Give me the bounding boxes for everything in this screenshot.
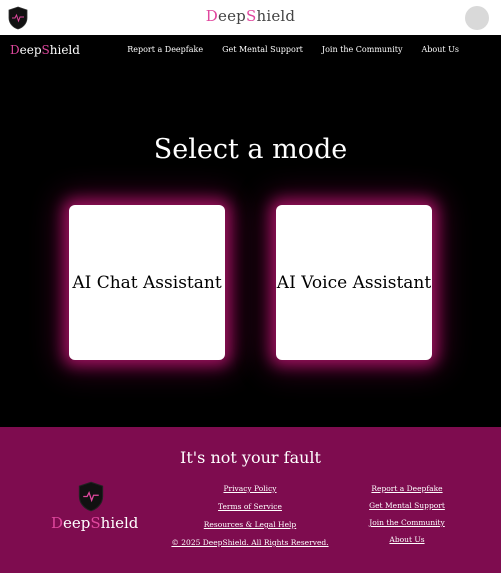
avatar[interactable]: [465, 6, 489, 30]
footer: It's not your fault DeepShield Privacy P…: [0, 427, 501, 573]
voice-assistant-card[interactable]: AI Voice Assistant: [276, 205, 432, 360]
footer-link-community[interactable]: Join the Community: [357, 518, 457, 527]
nav-logo[interactable]: DeepShield: [10, 43, 80, 57]
footer-nav-links: Report a Deepfake Get Mental Support Joi…: [357, 484, 457, 552]
chat-assistant-label: AI Chat Assistant: [72, 272, 222, 293]
footer-link-terms[interactable]: Terms of Service: [170, 502, 330, 511]
voice-assistant-label: AI Voice Assistant: [276, 272, 432, 293]
chat-assistant-card[interactable]: AI Chat Assistant: [69, 205, 225, 360]
footer-link-resources[interactable]: Resources & Legal Help: [170, 520, 330, 529]
nav-link-report[interactable]: Report a Deepfake: [127, 45, 203, 54]
page-title: Select a mode: [153, 134, 348, 165]
footer-legal-links: Privacy Policy Terms of Service Resource…: [170, 484, 330, 556]
nav-link-community[interactable]: Join the Community: [322, 45, 403, 54]
footer-tagline: It's not your fault: [180, 448, 321, 467]
nav-links: Report a Deepfake Get Mental Support Joi…: [108, 45, 459, 54]
footer-shield-icon: [78, 481, 104, 512]
footer-link-report[interactable]: Report a Deepfake: [357, 484, 457, 493]
footer-brand: DeepShield: [51, 514, 139, 532]
nav-link-support[interactable]: Get Mental Support: [222, 45, 303, 54]
top-brand: DeepShield: [205, 7, 296, 25]
nav-bar: DeepShield Report a Deepfake Get Mental …: [0, 35, 501, 67]
nav-link-about[interactable]: About Us: [422, 45, 459, 54]
footer-link-support[interactable]: Get Mental Support: [357, 501, 457, 510]
footer-link-privacy[interactable]: Privacy Policy: [170, 484, 330, 493]
footer-link-about[interactable]: About Us: [357, 535, 457, 544]
top-bar: DeepShield: [0, 0, 501, 35]
footer-copyright: © 2025 DeepShield. All Rights Reserved.: [171, 538, 329, 547]
